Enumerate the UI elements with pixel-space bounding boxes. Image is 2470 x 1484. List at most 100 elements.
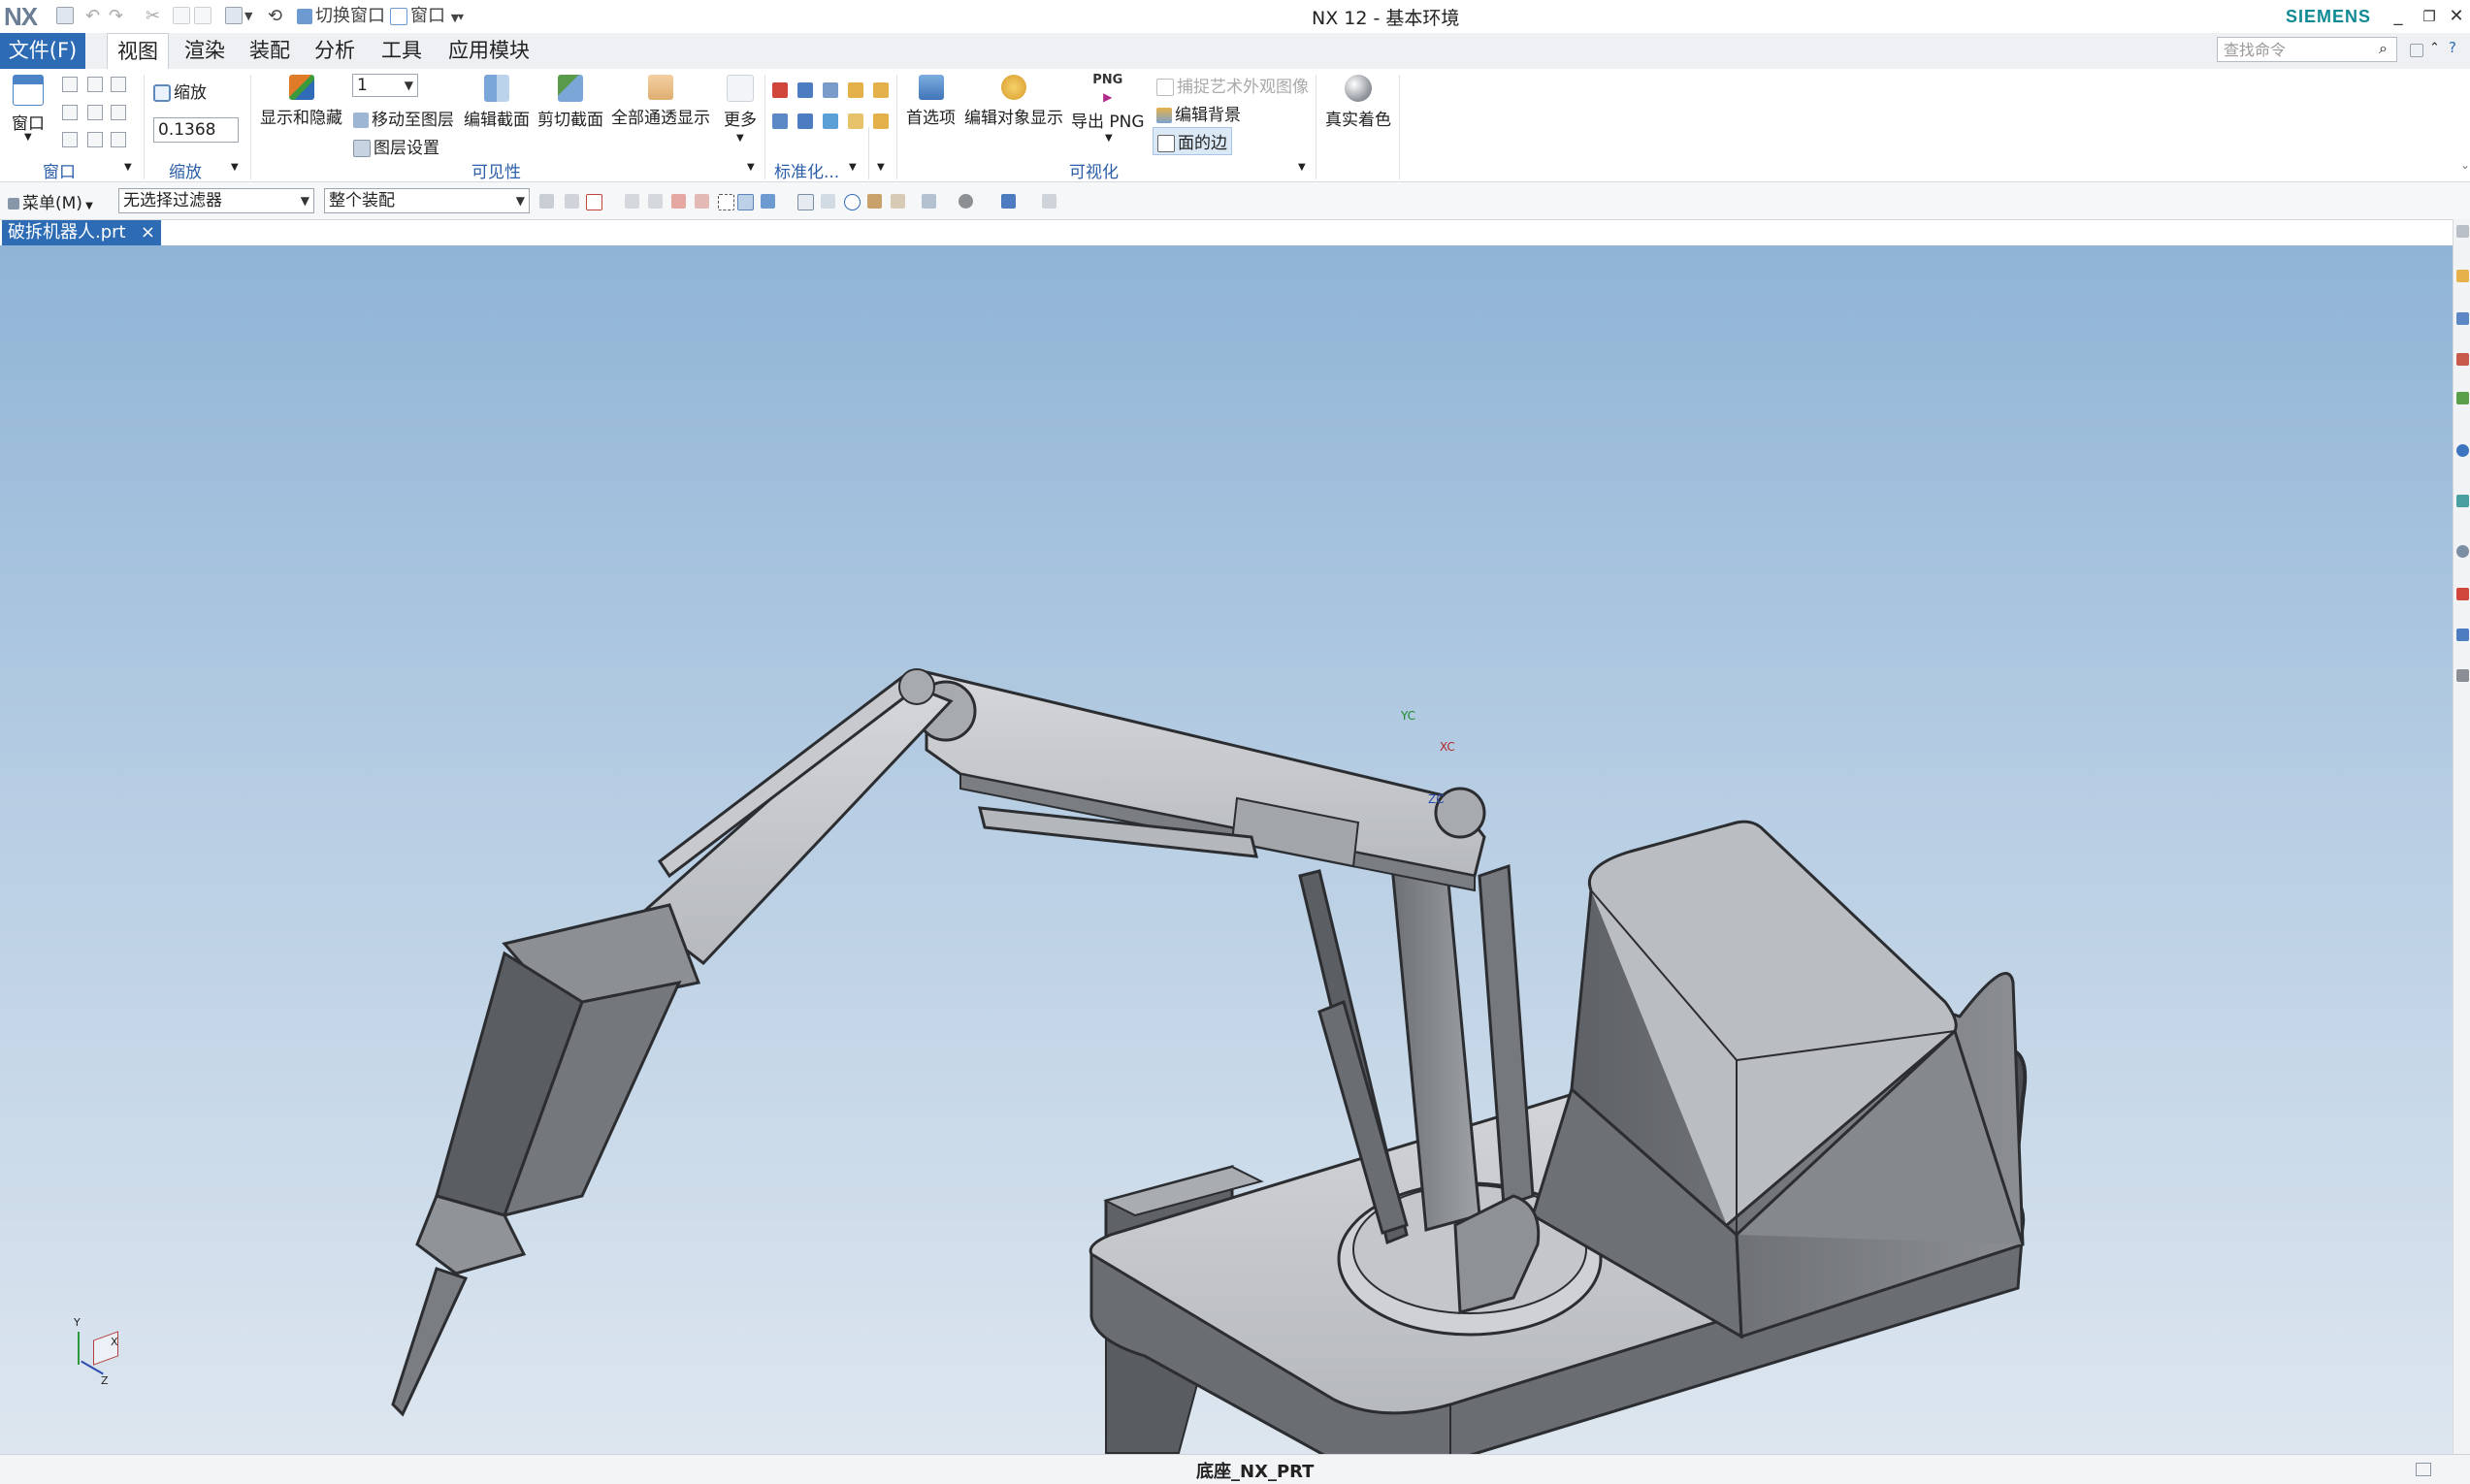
group-expand-icon[interactable]: ▼ bbox=[877, 162, 885, 173]
layout-nine-icon[interactable] bbox=[111, 132, 126, 147]
process-studio-icon[interactable] bbox=[2456, 629, 2469, 641]
view-wireframe-icon[interactable] bbox=[873, 113, 889, 129]
layout-horizontal-icon[interactable] bbox=[111, 77, 126, 92]
copy-icon[interactable] bbox=[173, 7, 190, 24]
part-navigator-icon[interactable] bbox=[2456, 270, 2469, 282]
view-studio-icon[interactable] bbox=[848, 113, 863, 129]
layout-four-icon[interactable] bbox=[87, 105, 103, 120]
close-tab-icon[interactable]: × bbox=[141, 220, 155, 245]
move-to-layer-button[interactable]: 移动至图层 bbox=[353, 106, 454, 130]
edit-object-display-button[interactable]: 编辑对象显示 bbox=[964, 75, 1063, 128]
snap-end-icon[interactable] bbox=[625, 194, 639, 209]
snap-point-icon[interactable] bbox=[586, 194, 602, 210]
ribbon-collapse-icon[interactable]: ⌄ bbox=[2460, 158, 2470, 172]
background-icon[interactable] bbox=[959, 194, 973, 209]
view-top-icon[interactable] bbox=[797, 82, 813, 98]
edit-section-button[interactable]: 编辑截面 bbox=[464, 75, 530, 130]
chevron-down-icon[interactable]: ▼ bbox=[244, 6, 252, 27]
pan-view-icon[interactable] bbox=[867, 194, 882, 209]
layout-three-icon[interactable] bbox=[62, 105, 78, 120]
deselect-all-icon[interactable] bbox=[539, 194, 554, 209]
selection-filter-select[interactable]: 无选择过滤器 ▼ bbox=[118, 188, 314, 213]
full-screen-icon[interactable] bbox=[2416, 1463, 2431, 1476]
group-expand-icon[interactable]: ▼ bbox=[124, 162, 132, 173]
rotate-view-icon[interactable] bbox=[844, 194, 861, 210]
constraint-navigator-icon[interactable] bbox=[2456, 353, 2469, 366]
assembly-scope-select[interactable]: 整个装配 ▼ bbox=[324, 188, 530, 213]
selection-highlight-icon[interactable] bbox=[737, 194, 754, 210]
view-triad[interactable]: Y X Z bbox=[68, 1316, 126, 1387]
select-all-icon[interactable] bbox=[565, 194, 579, 209]
tab-analysis[interactable]: 分析 bbox=[305, 33, 365, 69]
menu-button[interactable]: 菜单(M) ▼ bbox=[8, 189, 93, 213]
undo-icon[interactable]: ↶ bbox=[85, 6, 100, 27]
layout-six-icon[interactable] bbox=[111, 105, 126, 120]
orient-view-icon[interactable] bbox=[1001, 194, 1016, 209]
collapse-ribbon-icon[interactable]: ⌃ bbox=[2429, 41, 2440, 55]
layer-visibility-icon[interactable] bbox=[1042, 194, 1056, 209]
window-menu-button[interactable]: 窗口 ▼ bbox=[390, 6, 459, 27]
work-layer-select[interactable]: 1 ▼ bbox=[352, 74, 418, 97]
tab-assembly[interactable]: 装配 bbox=[240, 33, 300, 69]
true-shading-button[interactable]: 真实着色 bbox=[1325, 75, 1391, 130]
cut-icon[interactable]: ✂ bbox=[146, 6, 160, 27]
clip-section-button[interactable]: 剪切截面 bbox=[537, 75, 603, 130]
tab-view[interactable]: 视图 bbox=[107, 33, 169, 70]
layer-settings-button[interactable]: 图层设置 bbox=[353, 134, 439, 158]
chevron-down-icon[interactable]: ▼ bbox=[24, 132, 32, 143]
group-expand-icon[interactable]: ▼ bbox=[747, 162, 755, 173]
rendering-style-icon[interactable] bbox=[922, 194, 936, 209]
face-edges-toggle[interactable]: 面的边 bbox=[1153, 127, 1232, 155]
tab-applications[interactable]: 应用模块 bbox=[439, 33, 539, 69]
view-trimetric-icon[interactable] bbox=[797, 113, 813, 129]
save-icon[interactable] bbox=[56, 7, 74, 24]
group-expand-icon[interactable]: ▼ bbox=[849, 162, 857, 173]
graphics-window[interactable]: YC XC ZC Y X Z bbox=[0, 245, 2453, 1454]
customize-quick-access-icon[interactable]: ▾ bbox=[458, 6, 464, 27]
resource-bar-settings-icon[interactable] bbox=[2456, 225, 2469, 238]
layout-eight-icon[interactable] bbox=[87, 132, 103, 147]
edit-background-button[interactable]: 编辑背景 bbox=[1156, 101, 1241, 125]
rectangle-select-icon[interactable] bbox=[718, 194, 734, 210]
zoom-scale-input[interactable]: 0.1368 bbox=[153, 117, 239, 143]
view-left-icon[interactable] bbox=[823, 113, 838, 129]
restore-button[interactable]: ❐ bbox=[2416, 4, 2443, 29]
snap-center-icon[interactable] bbox=[671, 194, 686, 209]
search-icon[interactable]: ⌕ bbox=[2379, 39, 2388, 58]
tab-tools[interactable]: 工具 bbox=[372, 33, 432, 69]
show-hide-button[interactable]: 显示和隐藏 bbox=[260, 75, 342, 128]
chevron-down-icon[interactable]: ▼ bbox=[1105, 133, 1113, 144]
assembly-navigator-icon[interactable] bbox=[2456, 312, 2469, 325]
perspective-icon[interactable] bbox=[891, 194, 905, 209]
more-visibility-button[interactable]: 更多 bbox=[724, 75, 757, 130]
repeat-command-icon[interactable]: ⟲ bbox=[268, 6, 282, 27]
file-menu[interactable]: 文件(F) bbox=[0, 33, 85, 69]
fit-view-icon[interactable] bbox=[797, 194, 814, 210]
save-all-icon[interactable] bbox=[225, 7, 243, 24]
view-right-icon[interactable] bbox=[823, 82, 838, 98]
snap-control-icon[interactable] bbox=[695, 194, 709, 209]
ribbon-options-icon[interactable] bbox=[2410, 44, 2423, 57]
close-button[interactable]: ✕ bbox=[2443, 4, 2470, 29]
group-expand-icon[interactable]: ▼ bbox=[1298, 162, 1306, 173]
view-shaded-icon[interactable] bbox=[848, 82, 863, 98]
roles-icon[interactable] bbox=[2456, 669, 2469, 682]
system-materials-icon[interactable] bbox=[2456, 588, 2469, 600]
tab-render[interactable]: 渲染 bbox=[175, 33, 235, 69]
reuse-library-icon[interactable] bbox=[2456, 392, 2469, 404]
snap-mid-icon[interactable] bbox=[648, 194, 663, 209]
zoom-button[interactable]: 缩放 bbox=[153, 79, 207, 103]
layout-two-icon[interactable] bbox=[87, 77, 103, 92]
view-shaded-edges-icon[interactable] bbox=[873, 82, 889, 98]
layout-single-icon[interactable] bbox=[62, 77, 78, 92]
minimize-button[interactable]: _ bbox=[2385, 4, 2412, 29]
command-search-input[interactable]: 查找命令 bbox=[2217, 37, 2397, 62]
switch-window-button[interactable]: 切换窗口 bbox=[297, 6, 385, 27]
chevron-down-icon[interactable]: ▼ bbox=[736, 133, 744, 144]
web-browser-icon[interactable] bbox=[2456, 495, 2469, 507]
document-tab[interactable]: 破拆机器人.prt × bbox=[2, 220, 161, 245]
view-isometric-icon[interactable] bbox=[772, 113, 788, 129]
view-front-icon[interactable] bbox=[772, 82, 788, 98]
redo-icon[interactable]: ↷ bbox=[109, 6, 123, 27]
capture-studio-image-button[interactable]: 捕捉艺术外观图像 bbox=[1156, 73, 1309, 97]
